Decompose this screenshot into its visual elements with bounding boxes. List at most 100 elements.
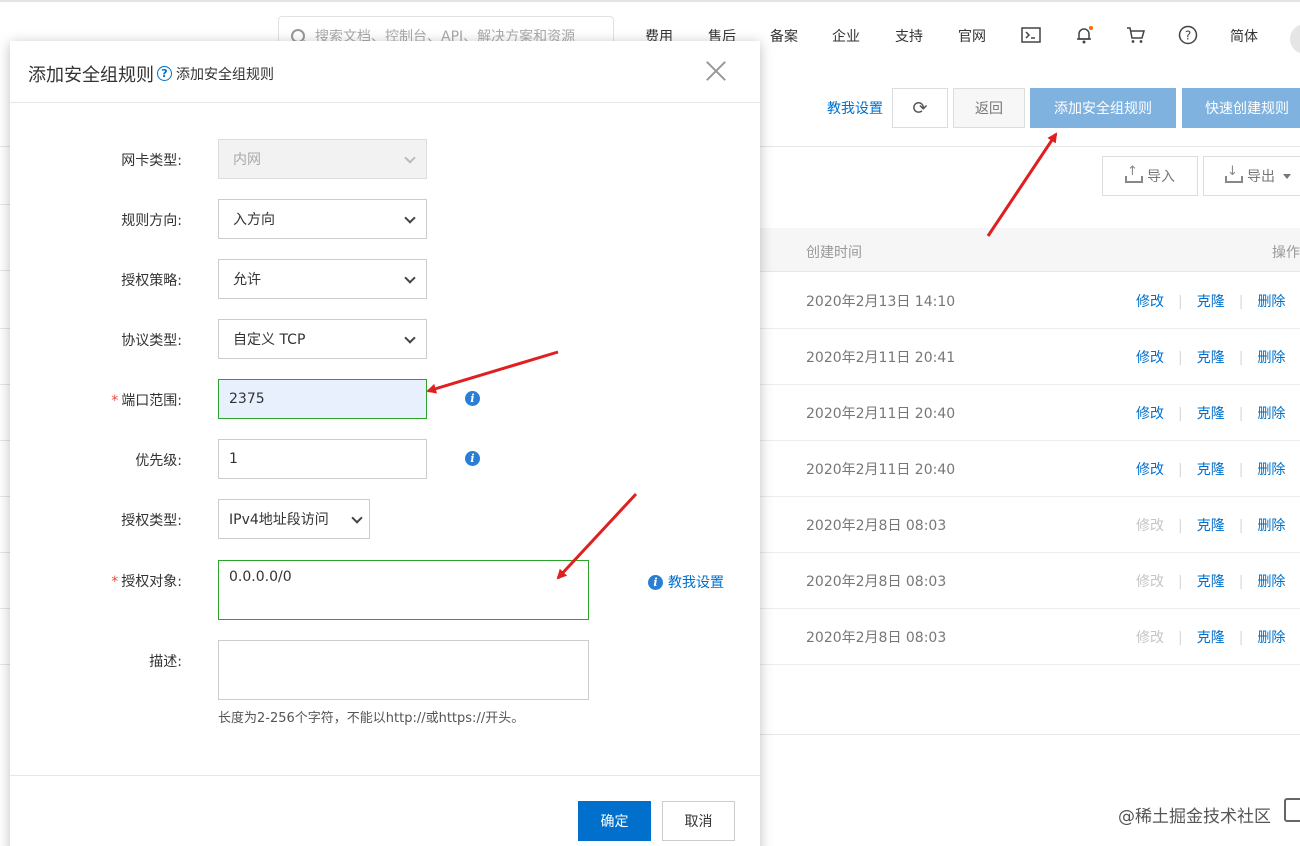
add-security-group-rule-button[interactable]: 添加安全组规则 bbox=[1030, 88, 1176, 128]
import-button[interactable]: 导入 bbox=[1102, 156, 1198, 196]
avatar[interactable] bbox=[1290, 24, 1300, 54]
nav-item-support[interactable]: 支持 bbox=[895, 26, 923, 46]
action-divider: | bbox=[1178, 406, 1183, 422]
label-description: 描述: bbox=[149, 654, 182, 670]
label-auth-object: * 授权对象: bbox=[72, 571, 182, 591]
question-icon[interactable]: ? bbox=[157, 66, 172, 81]
port-range-input[interactable]: 2375 bbox=[218, 379, 427, 419]
help-icon[interactable]: ? bbox=[1177, 24, 1199, 46]
edit-link: 修改 bbox=[1136, 630, 1164, 646]
action-divider: | bbox=[1178, 518, 1183, 534]
delete-link[interactable]: 删除 bbox=[1257, 462, 1285, 478]
upload-icon bbox=[1125, 164, 1143, 183]
delete-link[interactable]: 删除 bbox=[1257, 350, 1285, 366]
export-button[interactable]: 导出 bbox=[1203, 156, 1300, 196]
svg-text:?: ? bbox=[1185, 29, 1191, 43]
nic-type-select: 内网 bbox=[218, 139, 427, 179]
delete-link[interactable]: 删除 bbox=[1257, 574, 1285, 590]
teach-me-link[interactable]: 教我设置 bbox=[827, 98, 883, 118]
row-actions: 修改 | 克隆 | 删除 bbox=[1136, 515, 1285, 535]
protocol-value: 自定义 TCP bbox=[233, 332, 306, 348]
teach-me-label: 教我设置 bbox=[668, 575, 724, 591]
chevron-down-icon bbox=[1283, 173, 1291, 179]
confirm-button[interactable]: 确定 bbox=[578, 801, 651, 841]
edit-link: 修改 bbox=[1136, 574, 1164, 590]
nav-item-official-site[interactable]: 官网 bbox=[958, 26, 986, 46]
table-row: 2020年2月11日 20:41 修改 | 克隆 | 删除 bbox=[760, 329, 1300, 385]
bell-icon[interactable] bbox=[1073, 24, 1095, 46]
terminal-icon[interactable] bbox=[1020, 24, 1042, 46]
dialog-title: 添加安全组规则 bbox=[28, 65, 154, 86]
clone-link[interactable]: 克隆 bbox=[1197, 350, 1225, 366]
quick-create-rule-button[interactable]: 快速创建规则 bbox=[1182, 88, 1300, 128]
chevron-down-icon bbox=[404, 332, 416, 344]
column-operations: 操作 bbox=[1272, 245, 1300, 261]
export-label: 导出 bbox=[1247, 169, 1275, 185]
created-time: 2020年2月11日 20:40 bbox=[806, 462, 956, 478]
edit-link: 修改 bbox=[1136, 518, 1164, 534]
row-actions: 修改 | 克隆 | 删除 bbox=[1136, 291, 1285, 311]
row-actions: 修改 | 克隆 | 删除 bbox=[1136, 347, 1285, 367]
clone-link[interactable]: 克隆 bbox=[1197, 462, 1225, 478]
label-auth-object-text: 授权对象: bbox=[121, 574, 182, 590]
info-icon: i bbox=[648, 574, 663, 590]
action-divider: | bbox=[1178, 462, 1183, 478]
edit-link[interactable]: 修改 bbox=[1136, 350, 1164, 366]
action-divider: | bbox=[1238, 294, 1244, 310]
edit-link[interactable]: 修改 bbox=[1136, 406, 1164, 422]
table-row: 2020年2月8日 08:03 修改 | 克隆 | 删除 bbox=[760, 553, 1300, 609]
action-divider: | bbox=[1178, 574, 1183, 590]
dialog-footer-divider bbox=[10, 775, 760, 776]
direction-select[interactable]: 入方向 bbox=[218, 199, 427, 239]
auth-type-select[interactable]: IPv4地址段访问 bbox=[218, 499, 370, 539]
nav-item-filing[interactable]: 备案 bbox=[770, 26, 798, 46]
clone-link[interactable]: 克隆 bbox=[1197, 574, 1225, 590]
action-divider: | bbox=[1238, 630, 1244, 646]
nav-item-enterprise[interactable]: 企业 bbox=[832, 26, 860, 46]
import-label: 导入 bbox=[1147, 169, 1175, 185]
description-textarea[interactable] bbox=[218, 640, 589, 700]
close-icon[interactable] bbox=[704, 59, 728, 83]
table-row: 2020年2月13日 14:10 修改 | 克隆 | 删除 bbox=[760, 273, 1300, 329]
action-divider: | bbox=[1238, 406, 1244, 422]
teach-me-link[interactable]: i 教我设置 bbox=[648, 572, 724, 592]
clone-link[interactable]: 克隆 bbox=[1197, 518, 1225, 534]
action-divider: | bbox=[1178, 350, 1183, 366]
created-time: 2020年2月11日 20:41 bbox=[806, 350, 956, 366]
refresh-button[interactable]: ⟳ bbox=[892, 88, 948, 128]
clone-link[interactable]: 克隆 bbox=[1197, 294, 1225, 310]
row-actions: 修改 | 克隆 | 删除 bbox=[1136, 459, 1285, 479]
priority-input[interactable]: 1 bbox=[218, 439, 427, 479]
row-actions: 修改 | 克隆 | 删除 bbox=[1136, 403, 1285, 423]
row-actions: 修改 | 克隆 | 删除 bbox=[1136, 571, 1285, 591]
delete-link[interactable]: 删除 bbox=[1257, 294, 1285, 310]
delete-link[interactable]: 删除 bbox=[1257, 406, 1285, 422]
created-time: 2020年2月8日 08:03 bbox=[806, 574, 947, 590]
delete-link[interactable]: 删除 bbox=[1257, 518, 1285, 534]
policy-select[interactable]: 允许 bbox=[218, 259, 427, 299]
info-icon[interactable]: i bbox=[465, 391, 480, 406]
action-divider: | bbox=[1238, 574, 1244, 590]
delete-link[interactable]: 删除 bbox=[1257, 630, 1285, 646]
language-switch[interactable]: 简体 bbox=[1230, 26, 1258, 46]
toolbar-divider bbox=[760, 146, 1300, 147]
dialog-help-link[interactable]: 添加安全组规则 bbox=[176, 64, 274, 84]
required-mark: * bbox=[111, 574, 119, 590]
feedback-icon[interactable] bbox=[1284, 798, 1300, 822]
info-icon[interactable]: i bbox=[465, 451, 480, 466]
page-left-edge bbox=[0, 70, 10, 846]
edit-link[interactable]: 修改 bbox=[1136, 462, 1164, 478]
label-policy: 授权策略: bbox=[121, 273, 182, 289]
clone-link[interactable]: 克隆 bbox=[1197, 630, 1225, 646]
cart-icon[interactable] bbox=[1125, 24, 1147, 46]
edit-link[interactable]: 修改 bbox=[1136, 294, 1164, 310]
clone-link[interactable]: 克隆 bbox=[1197, 406, 1225, 422]
auth-object-textarea[interactable]: 0.0.0.0/0 bbox=[218, 560, 589, 620]
cancel-button[interactable]: 取消 bbox=[662, 801, 735, 841]
add-security-group-rule-dialog: 添加安全组规则 ? 添加安全组规则 网卡类型: 内网 规则方向: 入方向 授权策… bbox=[10, 41, 760, 846]
created-time: 2020年2月13日 14:10 bbox=[806, 294, 956, 310]
chevron-down-icon bbox=[404, 212, 416, 224]
back-button[interactable]: 返回 bbox=[953, 88, 1025, 128]
protocol-select[interactable]: 自定义 TCP bbox=[218, 319, 427, 359]
label-protocol: 协议类型: bbox=[121, 333, 182, 349]
